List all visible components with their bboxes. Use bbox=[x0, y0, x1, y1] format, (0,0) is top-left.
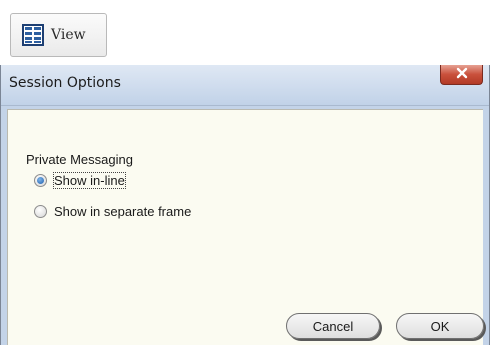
close-icon bbox=[455, 66, 469, 84]
radio-button-unselected[interactable] bbox=[34, 205, 47, 218]
close-button[interactable] bbox=[440, 65, 483, 85]
radio-label-show-separate-frame[interactable]: Show in separate frame bbox=[54, 204, 191, 219]
view-button-label: View bbox=[51, 27, 86, 43]
section-label-private-messaging: Private Messaging bbox=[26, 152, 133, 167]
radio-button-selected[interactable] bbox=[34, 174, 47, 187]
session-options-dialog: Session Options Private Messaging Show i… bbox=[0, 65, 490, 345]
cancel-button[interactable]: Cancel bbox=[286, 313, 380, 339]
radio-show-separate-frame[interactable]: Show in separate frame bbox=[34, 204, 191, 219]
radio-label-show-inline[interactable]: Show in-line bbox=[53, 172, 126, 189]
dialog-content: Private Messaging Show in-line Show in s… bbox=[7, 109, 483, 345]
radio-show-inline[interactable]: Show in-line bbox=[34, 172, 126, 189]
view-grid-icon bbox=[22, 24, 44, 46]
ok-button[interactable]: OK bbox=[396, 313, 484, 339]
dialog-title: Session Options bbox=[9, 75, 121, 91]
view-button[interactable]: View bbox=[10, 13, 107, 57]
dialog-titlebar[interactable]: Session Options bbox=[1, 65, 489, 106]
